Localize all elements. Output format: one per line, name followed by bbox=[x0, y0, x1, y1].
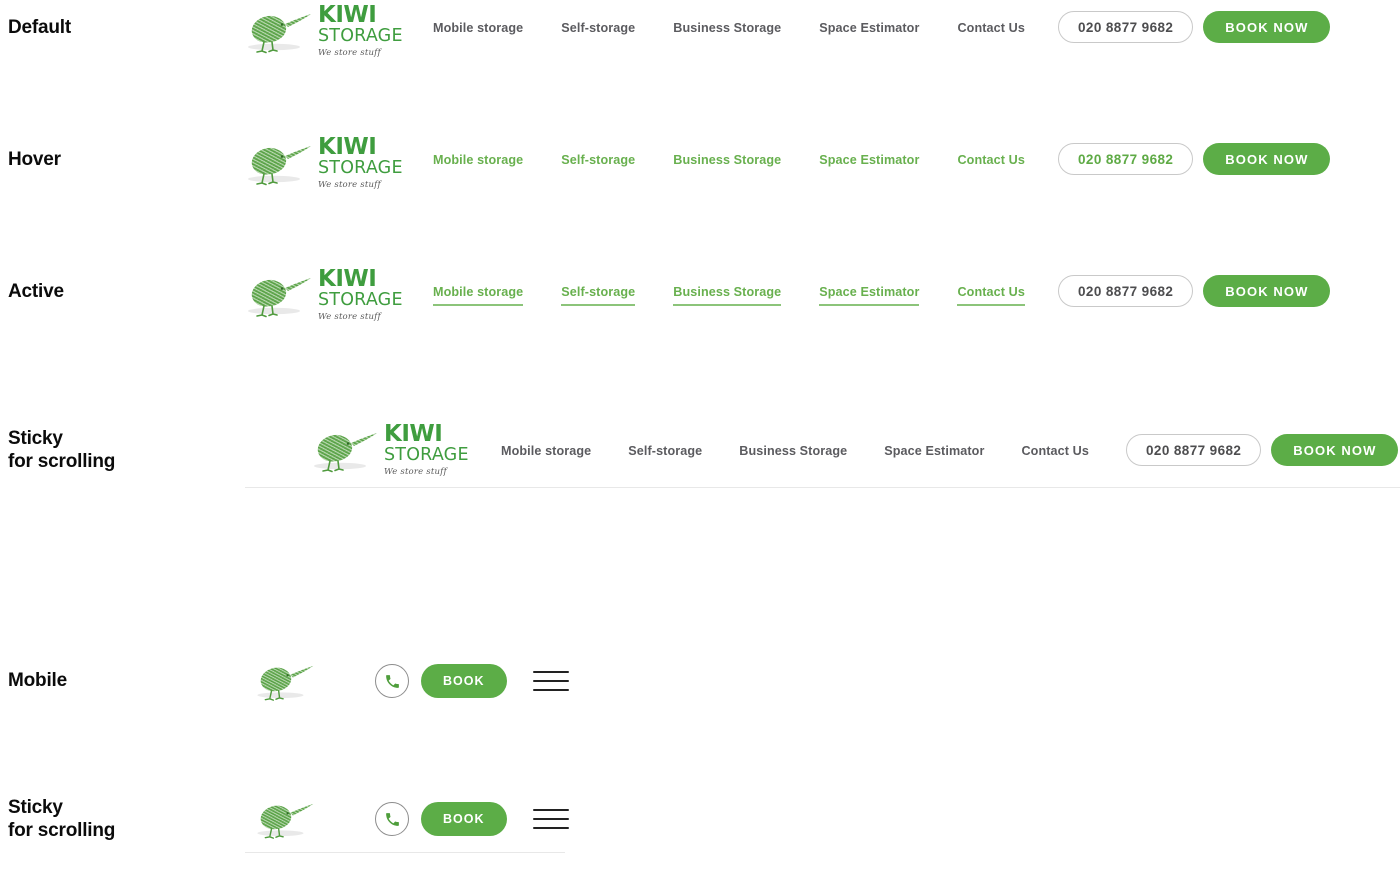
book-button-mobile[interactable]: BOOK bbox=[421, 664, 507, 698]
logo-subtitle: STORAGE bbox=[384, 445, 469, 465]
header-actions-hover: 020 8877 9682 BOOK NOW bbox=[1058, 143, 1331, 175]
sticky-header-divider bbox=[245, 487, 1400, 488]
nav-link-contact-us[interactable]: Contact Us bbox=[1021, 444, 1088, 465]
phone-button[interactable]: 020 8877 9682 bbox=[1126, 434, 1262, 466]
logo-title: KIWI bbox=[318, 2, 377, 28]
state-label-active: Active bbox=[8, 281, 64, 302]
state-label-default: Default bbox=[8, 17, 71, 38]
logo-wordmark: KIWI STORAGE We store stuff bbox=[384, 423, 469, 476]
book-button-mobile[interactable]: BOOK bbox=[421, 802, 507, 836]
nav-link-contact-us[interactable]: Contact Us bbox=[957, 21, 1024, 42]
logo-subtitle: STORAGE bbox=[318, 26, 403, 46]
nav-hover: Mobile storage Self-storage Business Sto… bbox=[433, 153, 1025, 174]
logo-tagline: We store stuff bbox=[318, 47, 381, 58]
nav-link-mobile-storage[interactable]: Mobile storage bbox=[433, 285, 524, 306]
phone-icon bbox=[385, 674, 399, 688]
logo-hover[interactable]: KIWI STORAGE We store stuff bbox=[242, 136, 403, 189]
logo-subtitle: STORAGE bbox=[318, 290, 403, 310]
state-label-sticky-desktop: Sticky for scrolling bbox=[8, 428, 116, 472]
phone-icon-button[interactable] bbox=[375, 664, 409, 698]
kiwi-bird-icon bbox=[257, 803, 314, 839]
nav-link-business-storage[interactable]: Business Storage bbox=[739, 444, 847, 465]
nav-link-contact-us[interactable]: Contact Us bbox=[957, 153, 1024, 174]
nav-link-contact-us[interactable]: Contact Us bbox=[957, 285, 1025, 306]
nav-link-space-estimator[interactable]: Space Estimator bbox=[819, 153, 919, 174]
kiwi-bird-icon bbox=[248, 145, 311, 185]
header-variant-default: Default KIWI STORAGE We store stuff Mobi… bbox=[0, 0, 1400, 57]
nav-link-self-storage[interactable]: Self-storage bbox=[561, 153, 635, 174]
header-variant-active: Active KIWI STORAGE We store stuff Mobil… bbox=[0, 264, 1400, 321]
phone-button[interactable]: 020 8877 9682 bbox=[1058, 275, 1194, 307]
logo-active[interactable]: KIWI STORAGE We store stuff bbox=[242, 268, 403, 321]
nav-link-business-storage[interactable]: Business Storage bbox=[673, 153, 781, 174]
header-actions-default: 020 8877 9682 BOOK NOW bbox=[1058, 11, 1331, 43]
hamburger-bar bbox=[532, 818, 569, 820]
hamburger-bar bbox=[532, 671, 569, 673]
hamburger-bar bbox=[532, 827, 569, 829]
book-now-button[interactable]: BOOK NOW bbox=[1203, 11, 1331, 43]
header-variant-sticky-mobile: Sticky for scrolling BOOK bbox=[0, 793, 1400, 855]
kiwi-bird-icon bbox=[248, 13, 311, 53]
nav-default: Mobile storage Self-storage Business Sto… bbox=[433, 21, 1025, 42]
logo-mobile-sticky[interactable] bbox=[252, 797, 316, 841]
hamburger-menu-icon[interactable] bbox=[532, 671, 569, 691]
nav-sticky: Mobile storage Self-storage Business Sto… bbox=[501, 444, 1089, 465]
state-label-hover: Hover bbox=[8, 149, 61, 170]
logo-wordmark: KIWI STORAGE We store stuff bbox=[318, 136, 403, 189]
nav-link-self-storage[interactable]: Self-storage bbox=[561, 21, 635, 42]
logo-tagline: We store stuff bbox=[318, 179, 381, 190]
nav-link-mobile-storage[interactable]: Mobile storage bbox=[433, 21, 523, 42]
nav-active: Mobile storage Self-storage Business Sto… bbox=[433, 285, 1025, 306]
nav-link-space-estimator[interactable]: Space Estimator bbox=[819, 21, 919, 42]
phone-button[interactable]: 020 8877 9682 bbox=[1058, 11, 1194, 43]
phone-icon-button[interactable] bbox=[375, 802, 409, 836]
logo-wordmark: KIWI STORAGE We store stuff bbox=[318, 268, 403, 321]
book-now-button[interactable]: BOOK NOW bbox=[1203, 143, 1331, 175]
mobile-sticky-actions: BOOK bbox=[375, 802, 569, 836]
logo-title: KIWI bbox=[384, 421, 443, 447]
nav-link-space-estimator[interactable]: Space Estimator bbox=[884, 444, 984, 465]
logo-default[interactable]: KIWI STORAGE We store stuff bbox=[242, 4, 403, 57]
mobile-sticky-header-divider bbox=[245, 852, 565, 853]
book-now-button[interactable]: BOOK NOW bbox=[1271, 434, 1399, 466]
logo-title: KIWI bbox=[318, 266, 377, 292]
hamburger-menu-icon[interactable] bbox=[532, 809, 569, 829]
nav-link-business-storage[interactable]: Business Storage bbox=[673, 285, 782, 306]
hamburger-bar bbox=[532, 689, 569, 691]
state-label-mobile: Mobile bbox=[8, 670, 67, 691]
header-variant-hover: Hover KIWI STORAGE We store stuff Mobile… bbox=[0, 132, 1400, 189]
header-actions-active: 020 8877 9682 BOOK NOW bbox=[1058, 275, 1331, 307]
header-actions-sticky: 020 8877 9682 BOOK NOW bbox=[1126, 434, 1399, 466]
nav-link-space-estimator[interactable]: Space Estimator bbox=[819, 285, 920, 306]
mobile-actions: BOOK bbox=[375, 664, 569, 698]
kiwi-bird-icon bbox=[248, 277, 311, 317]
logo-mobile[interactable] bbox=[252, 659, 316, 703]
nav-link-self-storage[interactable]: Self-storage bbox=[561, 285, 636, 306]
logo-subtitle: STORAGE bbox=[318, 158, 403, 178]
nav-link-mobile-storage[interactable]: Mobile storage bbox=[433, 153, 523, 174]
phone-icon bbox=[385, 812, 399, 826]
header-variant-sticky-desktop: Sticky for scrolling KIWI STORAGE We sto… bbox=[0, 420, 1400, 490]
kiwi-bird-icon bbox=[314, 432, 377, 472]
logo-tagline: We store stuff bbox=[318, 311, 381, 322]
logo-tagline: We store stuff bbox=[384, 466, 447, 477]
state-label-sticky-mobile: Sticky for scrolling bbox=[8, 797, 116, 841]
nav-link-business-storage[interactable]: Business Storage bbox=[673, 21, 781, 42]
hamburger-bar bbox=[532, 809, 569, 811]
hamburger-bar bbox=[532, 680, 569, 682]
nav-link-mobile-storage[interactable]: Mobile storage bbox=[501, 444, 591, 465]
logo-sticky[interactable]: KIWI STORAGE We store stuff bbox=[308, 423, 469, 476]
kiwi-bird-icon bbox=[257, 665, 314, 701]
book-now-button[interactable]: BOOK NOW bbox=[1203, 275, 1331, 307]
phone-button[interactable]: 020 8877 9682 bbox=[1058, 143, 1194, 175]
nav-link-self-storage[interactable]: Self-storage bbox=[628, 444, 702, 465]
logo-wordmark: KIWI STORAGE We store stuff bbox=[318, 4, 403, 57]
logo-title: KIWI bbox=[318, 134, 377, 160]
header-variant-mobile: Mobile BOOK bbox=[0, 655, 1400, 711]
